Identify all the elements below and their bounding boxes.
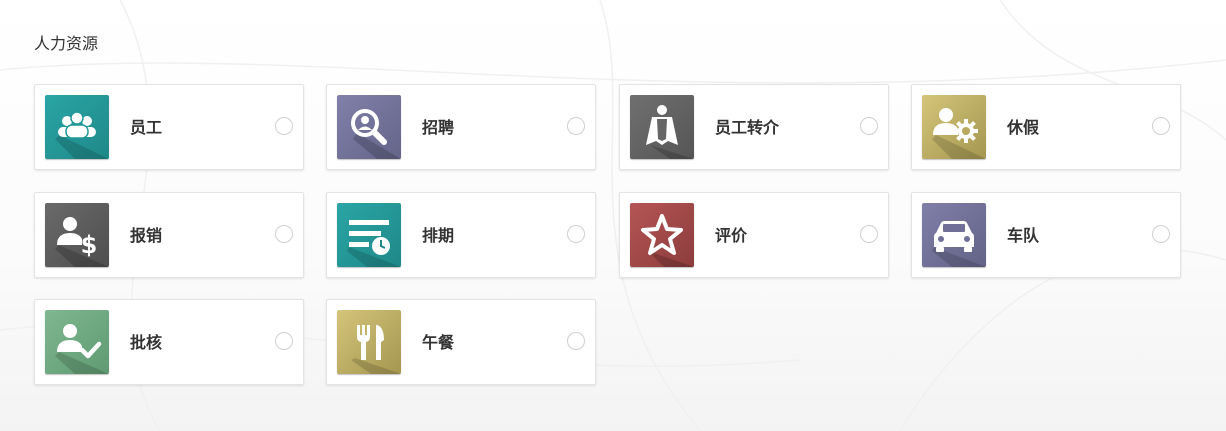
app-card-approvals[interactable]: 批核 [34,299,304,385]
select-radio[interactable] [860,117,878,135]
section-title: 人力资源 [34,34,99,53]
select-radio[interactable] [567,332,585,350]
schedule-lines-icon [337,203,401,267]
select-radio[interactable] [275,225,293,243]
people-group-icon [45,95,109,159]
magnifier-icon [337,95,401,159]
app-label: 批核 [130,333,163,352]
app-label: 员工 [130,118,163,137]
app-card-planning[interactable]: 排期 [326,192,596,278]
app-card-employees[interactable]: 员工 [34,84,304,170]
app-card-expenses[interactable]: $ 报销 [34,192,304,278]
select-radio[interactable] [860,225,878,243]
app-card-fleet[interactable]: 车队 [911,192,1181,278]
user-dollar-icon: $ [45,203,109,267]
app-label: 招聘 [422,118,455,137]
app-label: 报销 [130,226,163,245]
select-radio[interactable] [275,332,293,350]
select-radio[interactable] [1152,225,1170,243]
select-radio[interactable] [567,117,585,135]
svg-text:$: $ [81,231,98,259]
fork-knife-icon [337,310,401,374]
car-icon [922,203,986,267]
select-radio[interactable] [567,225,585,243]
app-label: 员工转介 [715,118,780,137]
star-icon [630,203,694,267]
superhero-cape-icon [630,95,694,159]
app-label: 排期 [422,226,455,245]
app-card-appraisal[interactable]: 评价 [619,192,889,278]
app-card-recruitment[interactable]: 招聘 [326,84,596,170]
user-gear-icon [922,95,986,159]
app-label: 评价 [715,226,748,245]
app-card-time-off[interactable]: 休假 [911,84,1181,170]
user-check-icon [45,310,109,374]
app-card-referral[interactable]: 员工转介 [619,84,889,170]
app-card-lunch[interactable]: 午餐 [326,299,596,385]
select-radio[interactable] [275,117,293,135]
app-label: 休假 [1007,118,1040,137]
app-label: 车队 [1007,226,1040,245]
app-label: 午餐 [422,333,455,352]
select-radio[interactable] [1152,117,1170,135]
